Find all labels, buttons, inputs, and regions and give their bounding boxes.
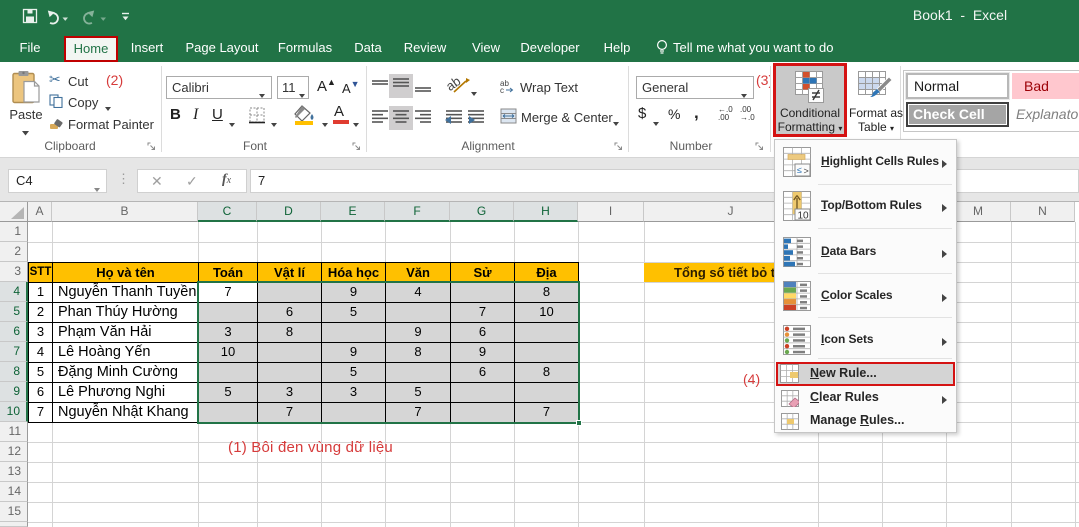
svg-text:>: > bbox=[804, 166, 809, 176]
svg-text:≤: ≤ bbox=[797, 165, 802, 175]
svg-text:c: c bbox=[500, 86, 504, 94]
svg-text:10: 10 bbox=[798, 211, 810, 222]
